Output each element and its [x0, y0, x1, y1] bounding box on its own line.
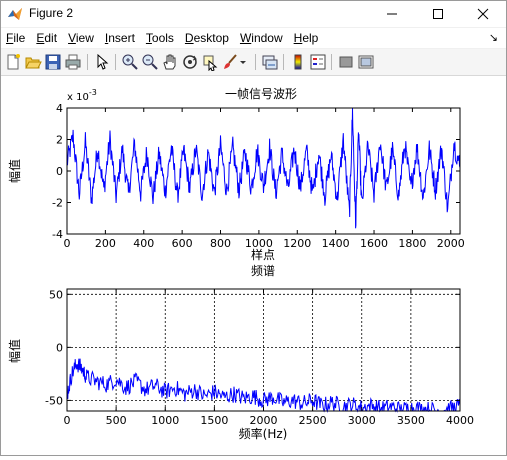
brush-dropdown-icon[interactable] [239, 53, 247, 71]
link-plot-icon[interactable] [261, 53, 279, 71]
menu-insert[interactable]: Insert [100, 29, 140, 47]
maximize-icon [433, 9, 443, 19]
y-tick-label: 2 [56, 134, 63, 147]
bottom-axes[interactable]: 频谱 0 500 1000 1500 2000 2500 3000 3500 4000 -500… [7, 264, 474, 441]
x-tick-label: 3500 [397, 414, 425, 427]
menu-window[interactable]: Window [235, 29, 288, 47]
x-tick-label: 500 [106, 414, 127, 427]
rotate-3d-icon[interactable] [181, 53, 199, 71]
y-tick-label: 0 [56, 341, 63, 354]
figure-canvas[interactable]: x 10-3 一帧信号波形 0 200 400 600 800 1000 1200 1400 1… [1, 76, 506, 455]
y-tick-label: 4 [56, 102, 63, 115]
dock-arrow-icon[interactable]: ↘ [489, 31, 498, 44]
menu-tools[interactable]: Tools [141, 29, 179, 47]
y-tick-label: 0 [56, 165, 63, 178]
bottom-y-tick-labels: -50 0 50 [45, 288, 460, 407]
x-tick-label: 200 [95, 237, 116, 250]
maximize-button[interactable] [415, 1, 461, 27]
zoom-in-icon[interactable] [121, 53, 139, 71]
brush-icon[interactable] [221, 53, 239, 71]
x-tick-label: 2500 [299, 414, 327, 427]
matlab-logo-icon [7, 6, 23, 22]
x-tick-label: 0 [64, 237, 71, 250]
show-plot-tools-icon[interactable] [357, 53, 375, 71]
menu-help[interactable]: Help [289, 29, 324, 47]
open-file-icon[interactable] [24, 53, 42, 71]
plot-canvas[interactable]: x 10-3 一帧信号波形 0 200 400 600 800 1000 1200 1400 1… [1, 76, 506, 455]
data-cursor-icon[interactable] [201, 53, 219, 71]
bottom-y-axis-label: 幅值 [7, 339, 22, 363]
top-chart-title: 一帧信号波形 [225, 87, 297, 101]
x-tick-label: 400 [133, 237, 154, 250]
x-tick-label: 600 [172, 237, 193, 250]
series-line [66, 107, 461, 229]
menu-desktop[interactable]: Desktop [180, 29, 234, 47]
y-tick-label: -50 [45, 394, 63, 407]
menu-edit[interactable]: Edit [31, 29, 62, 47]
print-icon[interactable] [64, 53, 82, 71]
y-tick-label: 50 [49, 288, 63, 301]
top-x-axis-label: 样点 [251, 247, 275, 262]
toolbar-separator [283, 54, 284, 70]
minimize-button[interactable] [369, 1, 415, 27]
new-figure-icon[interactable] [4, 53, 22, 71]
figure-window: Figure 2 File Edit View Insert Tools Des… [0, 0, 507, 456]
top-exponent-label: x 10-3 [67, 88, 97, 103]
x-tick-label: 1200 [283, 237, 311, 250]
edit-plot-arrow-icon[interactable] [93, 53, 111, 71]
x-tick-label: 1600 [360, 237, 388, 250]
minimize-icon [387, 13, 397, 15]
y-tick-label: -2 [52, 197, 63, 210]
top-axes[interactable]: x 10-3 一帧信号波形 0 200 400 600 800 1000 1200 1400 1… [7, 87, 465, 262]
x-tick-label: 2000 [250, 414, 278, 427]
toolbar-separator [87, 54, 88, 70]
menu-bar: File Edit View Insert Tools Desktop Wind… [1, 28, 506, 48]
menu-view[interactable]: View [63, 29, 99, 47]
menu-file[interactable]: File [1, 29, 30, 47]
toolbar-separator [115, 54, 116, 70]
figure-toolbar [1, 49, 506, 76]
x-tick-label: 1500 [200, 414, 228, 427]
window-title: Figure 2 [29, 6, 74, 20]
top-x-tick-labels: 0 200 400 600 800 1000 1200 1400 1600 1800 2000 [64, 108, 465, 250]
top-signal-line [66, 107, 461, 229]
x-tick-label: 800 [210, 237, 231, 250]
x-tick-label: 1000 [151, 414, 179, 427]
close-button[interactable] [460, 1, 506, 27]
x-tick-label: 4000 [446, 414, 474, 427]
x-tick-label: 0 [64, 414, 71, 427]
pan-hand-icon[interactable] [161, 53, 179, 71]
close-icon [477, 8, 489, 20]
bottom-x-axis-label: 频率(Hz) [239, 426, 288, 441]
x-tick-label: 1800 [398, 237, 426, 250]
x-tick-label: 3000 [348, 414, 376, 427]
toolbar-separator [255, 54, 256, 70]
hide-plot-tools-icon[interactable] [337, 53, 355, 71]
colorbar-icon[interactable] [289, 53, 307, 71]
x-tick-label: 1400 [322, 237, 350, 250]
zoom-out-icon[interactable] [141, 53, 159, 71]
save-icon[interactable] [44, 53, 62, 71]
x-tick-label: 2000 [437, 237, 465, 250]
legend-icon[interactable] [309, 53, 327, 71]
bottom-chart-title: 频谱 [251, 264, 275, 278]
top-y-axis-label: 幅值 [7, 159, 22, 183]
title-bar[interactable]: Figure 2 [1, 1, 506, 27]
toolbar-separator [331, 54, 332, 70]
y-tick-label: -4 [52, 228, 63, 241]
